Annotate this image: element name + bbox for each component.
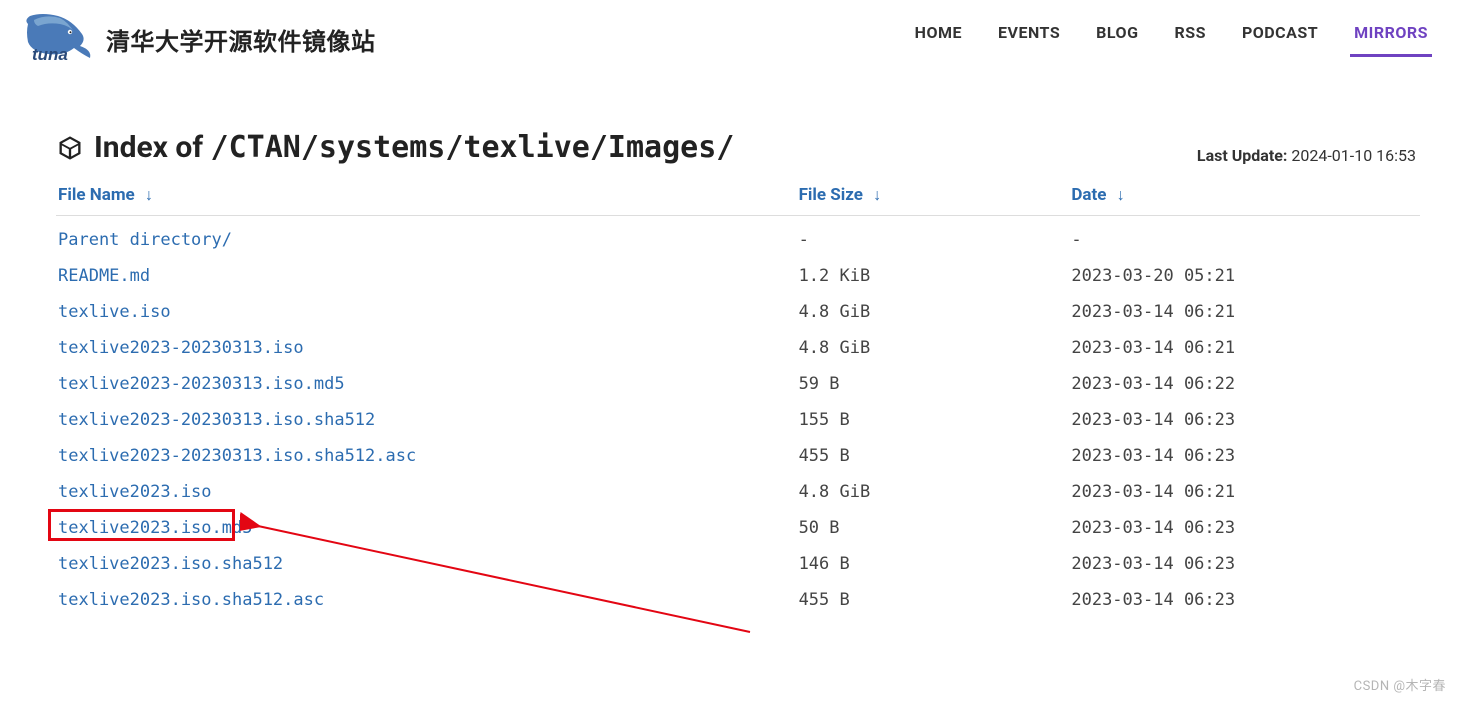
col-header-name[interactable]: File Name ↓: [56, 179, 793, 216]
file-table: File Name ↓ File Size ↓ Date ↓ Parent di…: [56, 179, 1420, 618]
file-link[interactable]: texlive2023.iso.sha512: [58, 554, 283, 574]
main-nav: HOME EVENTS BLOG RSS PODCAST MIRRORS: [911, 15, 1432, 57]
file-date: 2023-03-14 06:23: [1065, 510, 1420, 546]
sort-arrow-icon: ↓: [873, 185, 881, 205]
file-date: 2023-03-14 06:23: [1065, 546, 1420, 582]
file-size: 4.8 GiB: [793, 474, 1066, 510]
last-update-label: Last Update:: [1197, 146, 1288, 165]
site-title: 清华大学开源软件镜像站: [106, 22, 376, 57]
file-date: 2023-03-14 06:23: [1065, 582, 1420, 618]
last-update-value: 2024-01-10 16:53: [1291, 146, 1416, 165]
file-size: 4.8 GiB: [793, 294, 1066, 330]
col-size-label: File Size: [799, 185, 863, 205]
sort-arrow-icon: ↓: [145, 185, 153, 205]
col-name-label: File Name: [58, 185, 135, 205]
file-date: 2023-03-14 06:21: [1065, 330, 1420, 366]
col-header-date[interactable]: Date ↓: [1065, 179, 1420, 216]
file-size: 4.8 GiB: [793, 330, 1066, 366]
col-date-label: Date: [1071, 185, 1106, 205]
table-row: texlive2023-20230313.iso.sha512.asc 455 B…: [56, 438, 1420, 474]
svg-text:tuna: tuna: [32, 45, 68, 64]
heading-prefix: Index of: [94, 130, 211, 165]
content-area: Index of /CTAN/systems/texlive/Images/ L…: [0, 80, 1460, 618]
col-header-size[interactable]: File Size ↓: [793, 179, 1066, 216]
file-date: 2023-03-20 05:21: [1065, 258, 1420, 294]
nav-item-rss[interactable]: RSS: [1170, 15, 1209, 54]
file-link[interactable]: README.md: [58, 266, 150, 286]
heading-row: Index of /CTAN/systems/texlive/Images/ L…: [56, 130, 1420, 165]
file-size: 1.2 KiB: [793, 258, 1066, 294]
file-size: 146 B: [793, 546, 1066, 582]
sort-arrow-icon: ↓: [1117, 185, 1125, 205]
file-link[interactable]: texlive2023.iso.sha512.asc: [58, 590, 324, 610]
watermark: CSDN @木字春: [1354, 675, 1446, 694]
table-row: texlive2023.iso.sha512 146 B2023-03-14 06…: [56, 546, 1420, 582]
file-date: 2023-03-14 06:23: [1065, 402, 1420, 438]
heading-path: /CTAN/systems/texlive/Images/: [211, 130, 735, 165]
file-size: 155 B: [793, 402, 1066, 438]
nav-item-blog[interactable]: BLOG: [1092, 15, 1142, 54]
table-row: texlive2023.iso.sha512.asc 455 B2023-03-1…: [56, 582, 1420, 618]
table-row: README.md 1.2 KiB2023-03-20 05:21: [56, 258, 1420, 294]
last-update: Last Update: 2024-01-10 16:53: [1197, 146, 1416, 165]
table-row: texlive2023-20230313.iso.sha512 155 B2023…: [56, 402, 1420, 438]
file-link[interactable]: texlive2023-20230313.iso.sha512.asc: [58, 446, 416, 466]
file-size: 50 B: [793, 510, 1066, 546]
file-link[interactable]: texlive2023-20230313.iso.md5: [58, 374, 345, 394]
table-row: Parent directory/ --: [56, 216, 1420, 259]
header-left: tuna 清华大学开源软件镜像站: [20, 10, 376, 68]
file-link[interactable]: texlive2023-20230313.iso: [58, 338, 304, 358]
file-date: 2023-03-14 06:21: [1065, 474, 1420, 510]
nav-item-podcast[interactable]: PODCAST: [1238, 15, 1322, 54]
file-link[interactable]: texlive2023.iso.md5: [58, 518, 252, 538]
file-link[interactable]: Parent directory/: [58, 230, 232, 250]
file-date: 2023-03-14 06:23: [1065, 438, 1420, 474]
table-row: texlive.iso 4.8 GiB2023-03-14 06:21: [56, 294, 1420, 330]
nav-item-home[interactable]: HOME: [911, 15, 966, 54]
table-row: texlive2023.iso.md5 50 B2023-03-14 06:23: [56, 510, 1420, 546]
table-row: texlive2023-20230313.iso 4.8 GiB2023-03-1…: [56, 330, 1420, 366]
file-link[interactable]: texlive.iso: [58, 302, 171, 322]
table-row: texlive2023-20230313.iso.md5 59 B2023-03-…: [56, 366, 1420, 402]
file-date: -: [1065, 216, 1420, 259]
file-date: 2023-03-14 06:22: [1065, 366, 1420, 402]
page-heading: Index of /CTAN/systems/texlive/Images/: [56, 130, 734, 165]
file-size: 455 B: [793, 582, 1066, 618]
file-size: 455 B: [793, 438, 1066, 474]
table-row: texlive2023.iso 4.8 GiB2023-03-14 06:21: [56, 474, 1420, 510]
site-header: tuna 清华大学开源软件镜像站 HOME EVENTS BLOG RSS PODCAS…: [0, 0, 1460, 80]
file-link[interactable]: texlive2023.iso: [58, 482, 212, 502]
nav-item-mirrors[interactable]: MIRRORS: [1350, 15, 1432, 57]
file-size: -: [793, 216, 1066, 259]
file-size: 59 B: [793, 366, 1066, 402]
file-date: 2023-03-14 06:21: [1065, 294, 1420, 330]
cube-icon: [56, 134, 84, 162]
file-link[interactable]: texlive2023-20230313.iso.sha512: [58, 410, 375, 430]
tuna-logo: tuna: [20, 10, 94, 68]
nav-item-events[interactable]: EVENTS: [994, 15, 1064, 54]
